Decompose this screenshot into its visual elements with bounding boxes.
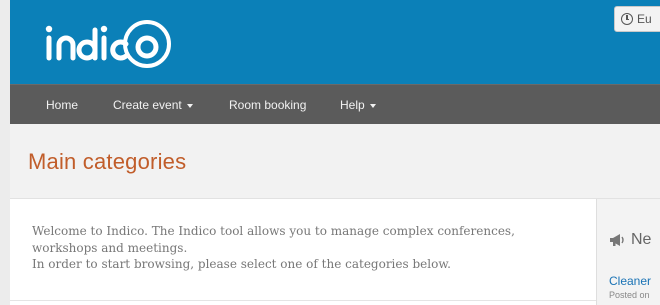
welcome-text: Welcome to Indico. The Indico tool allow…: [32, 223, 572, 273]
nav-help[interactable]: Help: [340, 85, 376, 125]
welcome-line: Welcome to Indico. The Indico tool allow…: [32, 224, 515, 238]
indico-logo-icon: [45, 20, 171, 68]
welcome-line: workshops and meetings.: [32, 240, 188, 255]
megaphone-icon: [610, 234, 624, 246]
timezone-button[interactable]: Eu: [614, 6, 660, 32]
title-band: Main categories: [10, 124, 660, 199]
nav-create-event-label: Create event: [113, 98, 182, 112]
main-content: Welcome to Indico. The Indico tool allow…: [10, 199, 596, 305]
page-title: Main categories: [28, 149, 187, 174]
news-item-link[interactable]: Cleaner: [609, 274, 651, 288]
news-panel: Ne Cleaner Posted on: [596, 199, 660, 305]
news-heading: Ne: [631, 231, 652, 248]
welcome-line: In order to start browsing, please selec…: [32, 257, 451, 271]
nav-home-label: Home: [46, 98, 79, 112]
news-header: Ne: [609, 231, 651, 249]
window-edge: [0, 0, 10, 305]
indico-logo[interactable]: [44, 18, 194, 68]
indico-page: Eu Home Create event Room booking Help M…: [10, 0, 660, 305]
news-item-meta: Posted on: [609, 290, 650, 300]
nav-create-event[interactable]: Create event: [113, 85, 193, 125]
nav-home[interactable]: Home: [46, 85, 78, 125]
chevron-down-icon: [369, 103, 376, 108]
chevron-down-icon: [186, 103, 193, 108]
nav-help-label: Help: [340, 98, 365, 112]
timezone-label: Eu: [637, 12, 652, 26]
clock-icon: [621, 13, 633, 25]
header-bar: Eu: [10, 0, 660, 84]
nav-room-booking[interactable]: Room booking: [229, 85, 306, 125]
divider: [10, 300, 596, 301]
nav-room-booking-label: Room booking: [229, 98, 307, 112]
main-navbar: Home Create event Room booking Help: [10, 84, 660, 124]
